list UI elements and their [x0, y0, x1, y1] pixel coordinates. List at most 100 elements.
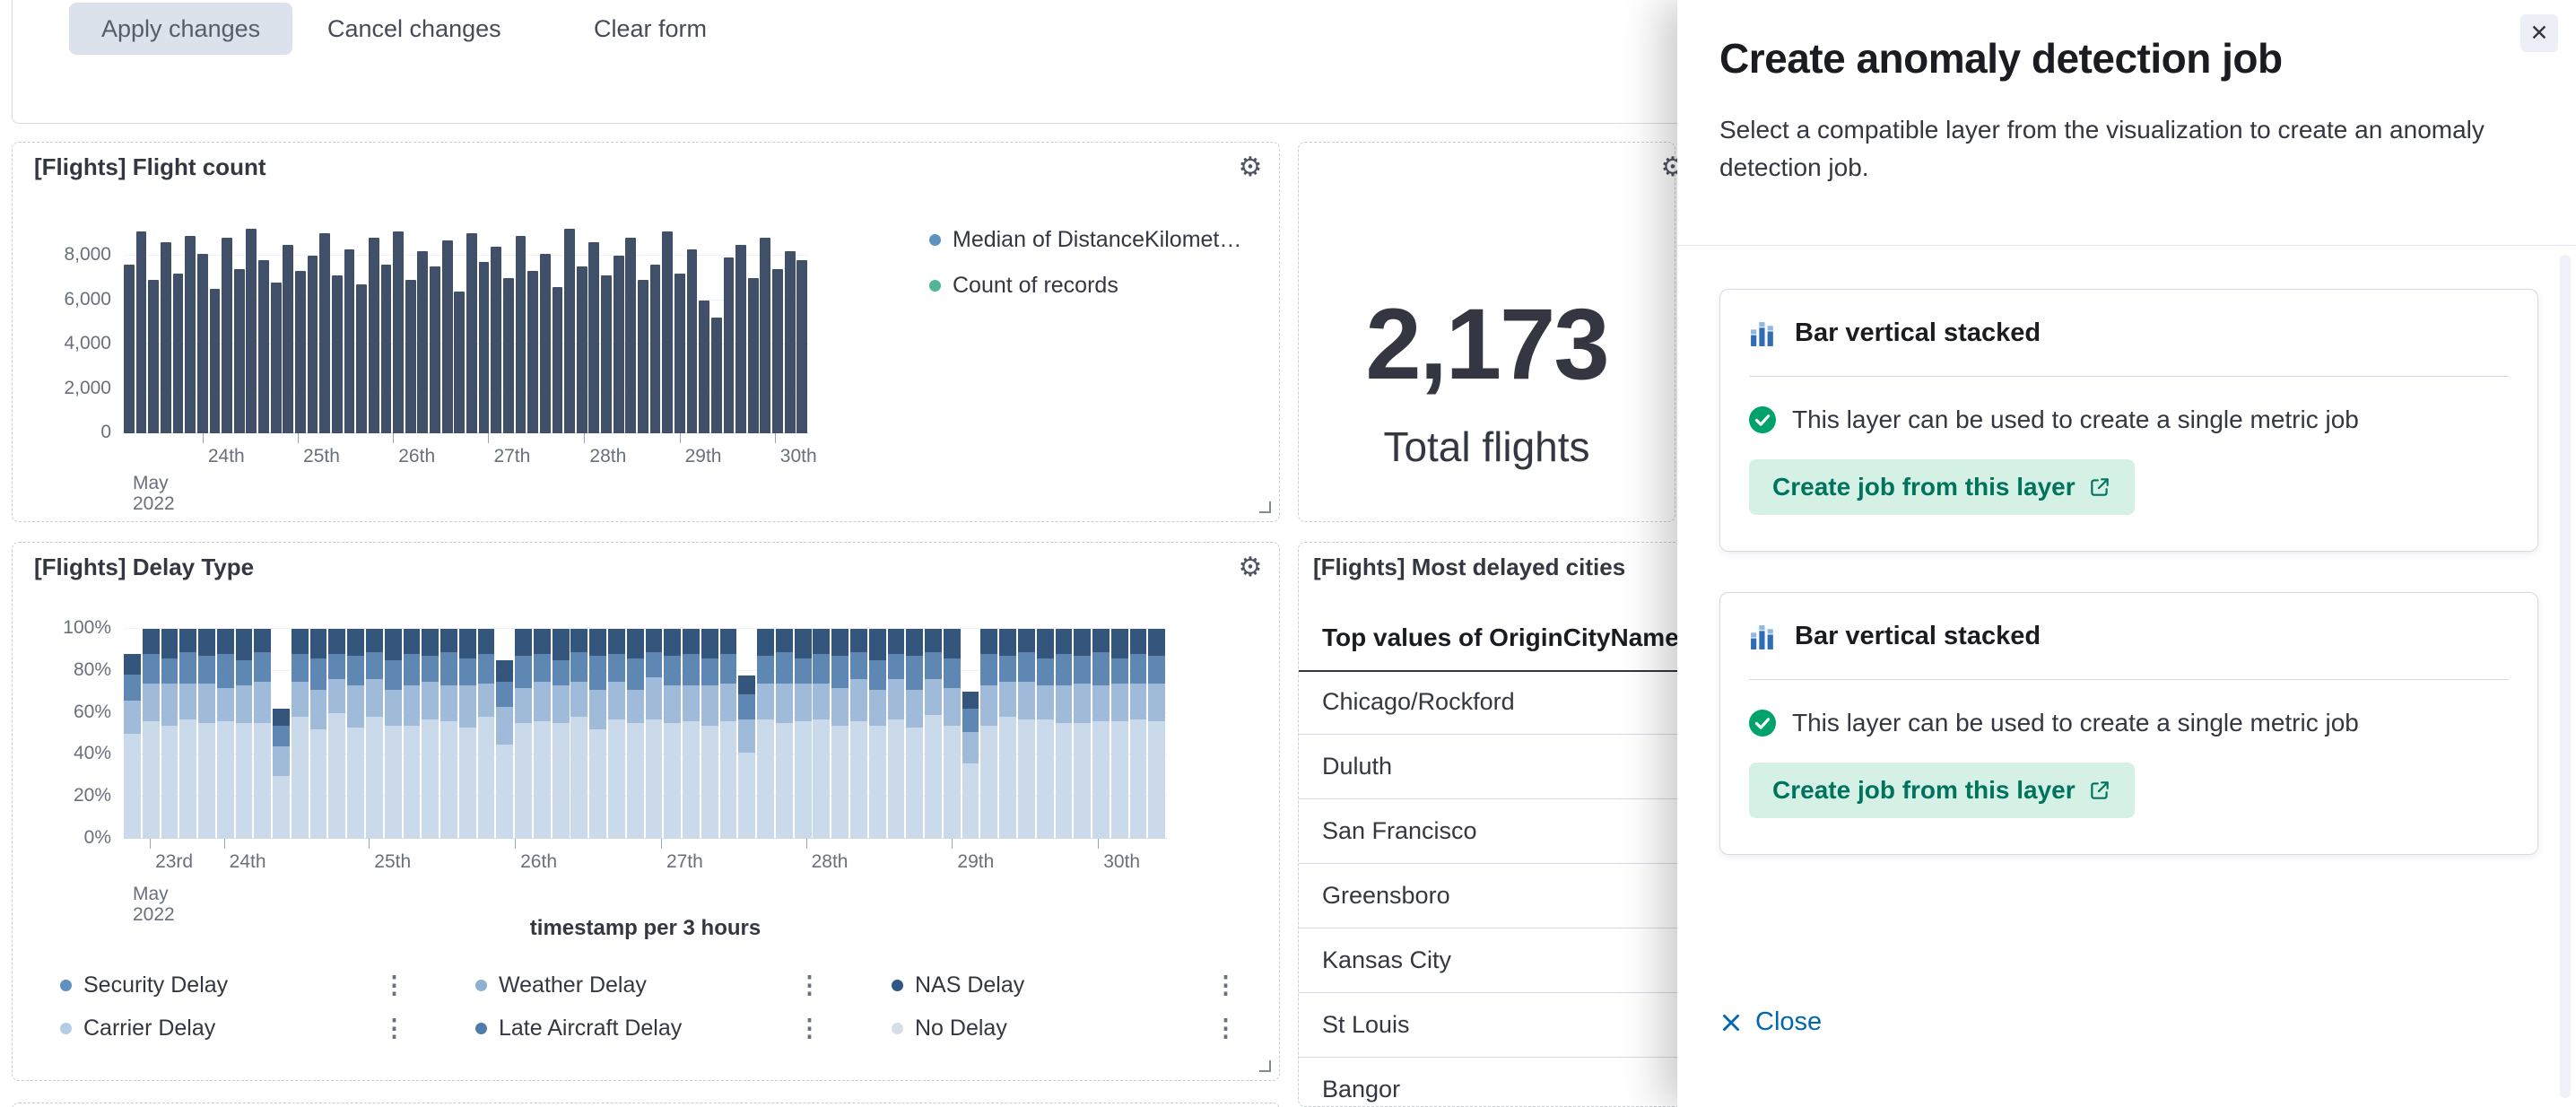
- legend-options-icon[interactable]: ⋮: [377, 1015, 412, 1042]
- flight-count-bar: [674, 274, 685, 433]
- bar-segment: [515, 688, 532, 724]
- legend-options-icon[interactable]: ⋮: [377, 972, 412, 999]
- create-anomaly-job-flyout: ✕ Create anomaly detection job Select a …: [1677, 0, 2576, 1107]
- flight-count-bar: [234, 269, 245, 433]
- layer-card: Bar vertical stacked This layer can be u…: [1719, 592, 2538, 855]
- legend-item[interactable]: Security Delay⋮: [60, 972, 412, 999]
- bar-segment: [701, 658, 718, 685]
- legend-dot: [929, 280, 941, 292]
- legend-options-icon[interactable]: ⋮: [792, 972, 827, 999]
- legend-dot: [892, 980, 903, 991]
- delay-type-bar: [179, 629, 196, 839]
- y-axis-label: 6,000: [18, 289, 111, 310]
- y-axis-label: 80%: [18, 659, 111, 681]
- bar-segment: [738, 719, 755, 753]
- x-axis-label: 27th: [493, 446, 530, 467]
- bar-segment: [831, 688, 849, 726]
- bar-segment: [422, 682, 439, 719]
- delay-type-bar: [795, 629, 812, 839]
- bar-segment: [496, 660, 513, 681]
- delay-type-bar: [254, 629, 271, 839]
- delay-type-bar: [273, 709, 290, 839]
- x-axis-tick: [661, 839, 662, 849]
- delay-type-bar: [328, 629, 345, 839]
- bar-segment: [646, 652, 663, 677]
- legend-item[interactable]: Weather Delay⋮: [475, 972, 827, 999]
- legend-item[interactable]: Count of records: [929, 273, 1241, 299]
- clear-form-button[interactable]: Clear form: [594, 3, 707, 55]
- flight-count-bar: [319, 233, 330, 433]
- legend-label: Late Aircraft Delay: [499, 1015, 682, 1042]
- bar-segment: [440, 629, 457, 652]
- cancel-changes-button[interactable]: Cancel changes: [327, 3, 501, 55]
- bar-segment: [664, 685, 681, 723]
- legend-item[interactable]: Median of DistanceKilomet…: [929, 227, 1241, 253]
- gear-icon[interactable]: ⚙: [1234, 152, 1266, 184]
- x-axis-label: 29th: [957, 851, 994, 873]
- legend-options-icon[interactable]: ⋮: [1208, 1015, 1243, 1042]
- bar-segment: [459, 629, 476, 658]
- bar-segment: [962, 692, 979, 709]
- create-job-button[interactable]: Create job from this layer: [1749, 763, 2135, 818]
- delay-type-bar: [888, 629, 905, 839]
- bar-segment: [683, 721, 700, 839]
- bar-segment: [701, 726, 718, 839]
- bar-segment: [683, 654, 700, 685]
- flight-count-bar: [772, 269, 783, 433]
- bar-segment: [869, 629, 886, 660]
- bar-segment: [1074, 629, 1091, 656]
- bar-segment: [795, 629, 812, 658]
- bar-segment: [776, 629, 793, 652]
- bar-segment: [198, 684, 215, 723]
- close-icon: [1719, 1011, 1743, 1034]
- bar-segment: [366, 679, 383, 717]
- legend-options-icon[interactable]: ⋮: [792, 1015, 827, 1042]
- bar-segment: [553, 660, 570, 685]
- bar-segment: [366, 717, 383, 839]
- close-icon[interactable]: ✕: [2520, 14, 2558, 52]
- bar-segment: [1074, 656, 1091, 683]
- gear-icon[interactable]: ⚙: [1234, 552, 1266, 584]
- bar-segment: [496, 745, 513, 839]
- delay-type-bar: [589, 629, 606, 839]
- bar-segment: [720, 684, 737, 721]
- legend-item[interactable]: Carrier Delay⋮: [60, 1015, 412, 1042]
- legend-options-icon[interactable]: ⋮: [1208, 972, 1243, 999]
- flight-count-bar: [393, 231, 404, 433]
- apply-changes-button[interactable]: Apply changes: [69, 3, 292, 55]
- bar-segment: [310, 629, 327, 658]
- delay-type-bar: [404, 629, 421, 839]
- bar-segment: [925, 715, 942, 839]
- create-job-button[interactable]: Create job from this layer: [1749, 459, 2135, 515]
- bar-segment: [478, 684, 495, 717]
- bar-segment: [795, 684, 812, 721]
- legend-item[interactable]: NAS Delay ⋮: [892, 972, 1243, 999]
- flight-count-bar: [699, 301, 709, 434]
- flyout-description: Select a compatible layer from the visua…: [1719, 111, 2486, 187]
- bar-segment: [1111, 629, 1128, 658]
- close-flyout-link[interactable]: Close: [1719, 1007, 1822, 1037]
- bar-segment: [161, 658, 178, 684]
- flight-count-bar: [553, 287, 563, 433]
- bar-segment: [1018, 629, 1035, 652]
- delay-type-bar: [1111, 629, 1128, 839]
- bar-segment: [720, 629, 737, 654]
- flight-count-bar: [308, 256, 318, 433]
- bar-segment: [570, 629, 587, 652]
- delay-type-bar: [1148, 629, 1165, 839]
- panel-resize-handle[interactable]: [1259, 501, 1271, 513]
- bar-segment: [1148, 684, 1165, 721]
- panel-resize-handle[interactable]: [1259, 1060, 1271, 1072]
- legend-label: NAS Delay: [915, 972, 1024, 998]
- bar-segment: [124, 654, 141, 675]
- flyout-scrollbar[interactable]: [2560, 255, 2571, 1098]
- delay-type-bar: [1018, 629, 1035, 839]
- bar-segment: [347, 728, 364, 839]
- flight-count-bar: [222, 238, 232, 433]
- bar-segment: [776, 652, 793, 684]
- layer-card-header: Bar vertical stacked: [1749, 290, 2509, 377]
- delay-type-bar: [143, 629, 160, 839]
- legend-item[interactable]: No Delay⋮: [892, 1015, 1243, 1042]
- bar-segment: [720, 654, 737, 684]
- legend-item[interactable]: Late Aircraft Delay ⋮: [475, 1015, 827, 1042]
